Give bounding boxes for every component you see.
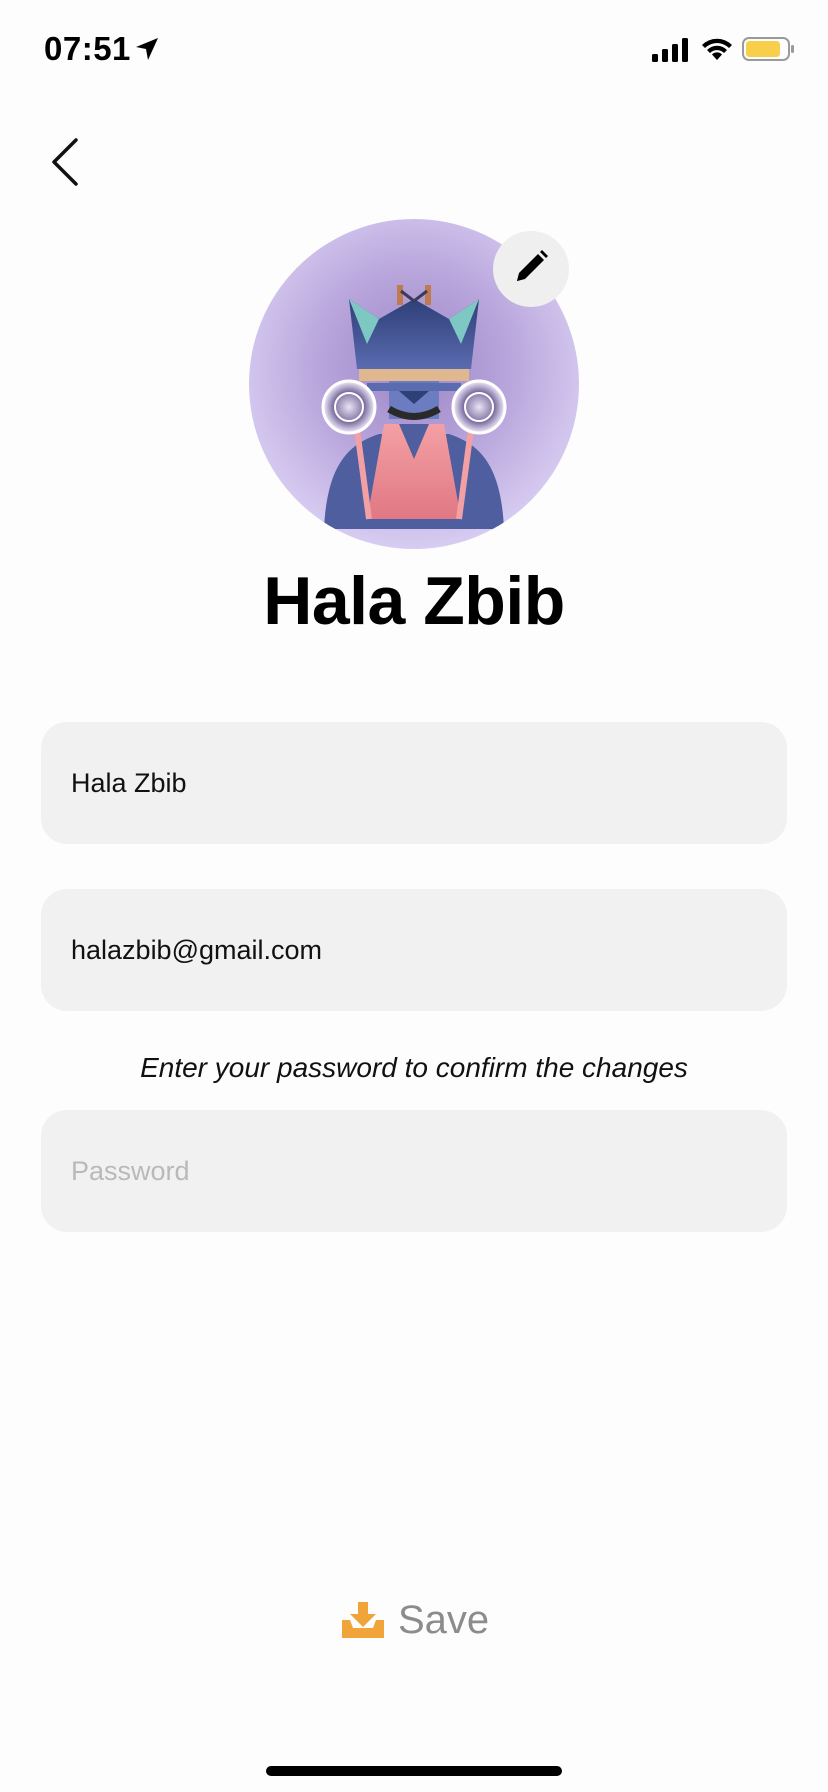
home-indicator: [266, 1766, 562, 1776]
save-button-label: Save: [398, 1597, 490, 1642]
edit-avatar-button[interactable]: [493, 231, 569, 307]
email-field[interactable]: halazbib@gmail.com: [41, 889, 787, 1011]
pencil-icon: [511, 247, 551, 292]
wifi-icon: [700, 36, 734, 62]
name-field-value: Hala Zbib: [71, 767, 187, 798]
signal-icon: [652, 38, 690, 62]
password-field[interactable]: Password: [41, 1110, 787, 1232]
back-button[interactable]: [40, 134, 90, 194]
download-tray-icon: [340, 1600, 386, 1640]
password-confirm-hint: Enter your password to confirm the chang…: [140, 1052, 688, 1083]
chevron-left-icon: [50, 137, 80, 192]
status-bar: 07:51: [0, 0, 828, 100]
name-field[interactable]: Hala Zbib: [41, 722, 787, 844]
password-field-placeholder: Password: [71, 1155, 190, 1186]
location-arrow-icon: [134, 36, 160, 62]
status-time: 07:51: [44, 30, 131, 67]
email-field-value: halazbib@gmail.com: [71, 934, 323, 965]
battery-icon: [742, 36, 796, 62]
profile-name: Hala Zbib: [263, 563, 565, 639]
save-button[interactable]: Save: [340, 1592, 490, 1648]
